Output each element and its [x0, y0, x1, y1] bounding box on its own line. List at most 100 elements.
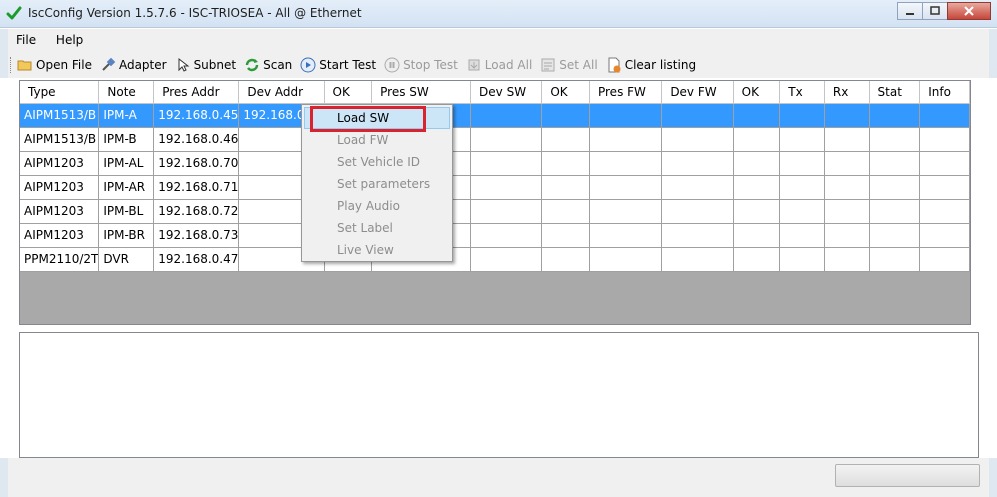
table-cell[interactable] [824, 175, 870, 200]
table-row[interactable]: AIPM1203 IPM-BR 192.168.0.73 [20, 223, 970, 248]
table-cell[interactable] [869, 223, 921, 248]
context-menu-item[interactable]: Set Label [304, 217, 450, 239]
table-cell[interactable] [824, 247, 870, 272]
table-row[interactable]: AIPM1513/B IPM-A 192.168.0.45 192.168.0.45 [20, 103, 970, 128]
table-cell[interactable]: IPM-AL [98, 151, 155, 176]
context-menu-item[interactable]: Load FW [304, 129, 450, 151]
table-cell[interactable] [589, 127, 663, 152]
table-cell[interactable] [869, 127, 921, 152]
load-all-button[interactable]: Load All [466, 57, 532, 73]
table-cell[interactable]: DVR [98, 247, 155, 272]
close-button[interactable] [947, 2, 991, 20]
table-cell[interactable] [824, 223, 870, 248]
table-cell[interactable] [541, 175, 590, 200]
table-cell[interactable] [733, 223, 781, 248]
table-cell[interactable] [661, 175, 734, 200]
table-cell[interactable]: IPM-B [98, 127, 155, 152]
table-cell[interactable] [589, 199, 663, 224]
table-cell[interactable] [779, 199, 825, 224]
table-cell[interactable]: IPM-BL [98, 199, 155, 224]
table-cell[interactable]: 192.168.0.72 [153, 199, 240, 224]
table-cell[interactable] [919, 247, 970, 272]
log-textbox[interactable] [19, 332, 979, 458]
context-menu-item[interactable]: Set parameters [304, 173, 450, 195]
table-cell[interactable] [869, 247, 921, 272]
context-menu-item[interactable]: Set Vehicle ID [304, 151, 450, 173]
column-header[interactable]: Dev SW [470, 81, 543, 104]
table-cell[interactable] [919, 175, 970, 200]
device-grid-panel[interactable]: Type Note Pres Addr Dev Addr OK Pres SW Dev SW… [19, 80, 971, 325]
column-header[interactable]: Pres FW [589, 81, 663, 104]
table-cell[interactable] [779, 175, 825, 200]
table-cell[interactable] [470, 127, 543, 152]
table-cell[interactable] [470, 151, 543, 176]
table-cell[interactable]: 192.168.0.70 [153, 151, 240, 176]
column-header[interactable]: Dev Addr [238, 81, 325, 104]
clear-listing-button[interactable]: Clear listing [606, 57, 696, 73]
maximize-button[interactable] [922, 2, 948, 20]
table-cell[interactable] [541, 223, 590, 248]
table-cell[interactable]: 192.168.0.73 [153, 223, 240, 248]
table-row[interactable]: PPM2110/2T DVR 192.168.0.47 [20, 247, 970, 272]
table-cell[interactable] [661, 151, 734, 176]
column-header[interactable]: OK [324, 81, 373, 104]
table-cell[interactable] [470, 199, 543, 224]
table-cell[interactable] [589, 175, 663, 200]
table-cell[interactable] [470, 247, 543, 272]
column-header[interactable]: OK [541, 81, 590, 104]
table-cell[interactable] [470, 103, 543, 128]
table-cell[interactable] [661, 223, 734, 248]
table-row[interactable]: AIPM1203 IPM-AR 192.168.0.71 [20, 175, 970, 200]
table-cell[interactable] [661, 127, 734, 152]
table-cell[interactable] [779, 223, 825, 248]
column-header[interactable]: Tx [779, 81, 825, 104]
table-cell[interactable] [541, 151, 590, 176]
table-cell[interactable] [733, 127, 781, 152]
table-cell[interactable] [919, 223, 970, 248]
table-cell[interactable] [869, 199, 921, 224]
adapter-button[interactable]: Adapter [100, 57, 167, 73]
table-cell[interactable]: AIPM1203 [20, 199, 100, 224]
table-cell[interactable]: IPM-BR [98, 223, 155, 248]
table-cell[interactable] [824, 151, 870, 176]
table-cell[interactable]: IPM-A [98, 103, 155, 128]
table-cell[interactable] [661, 103, 734, 128]
table-cell[interactable] [733, 103, 781, 128]
column-header[interactable]: Pres SW [371, 81, 472, 104]
minimize-button[interactable] [897, 2, 923, 20]
table-row[interactable]: AIPM1203 IPM-AL 192.168.0.70 [20, 151, 970, 176]
table-cell[interactable] [779, 247, 825, 272]
table-cell[interactable] [733, 151, 781, 176]
table-row[interactable]: AIPM1513/B IPM-B 192.168.0.46 [20, 127, 970, 152]
table-cell[interactable] [661, 199, 734, 224]
table-cell[interactable]: 192.168.0.47 [153, 247, 240, 272]
toolbar-grip[interactable] [10, 56, 13, 73]
table-cell[interactable] [919, 199, 970, 224]
column-header[interactable]: OK [733, 81, 781, 104]
table-cell[interactable] [541, 247, 590, 272]
table-cell[interactable] [824, 103, 870, 128]
scan-button[interactable]: Scan [244, 57, 292, 73]
table-cell[interactable] [733, 199, 781, 224]
table-cell[interactable] [919, 151, 970, 176]
context-menu-item[interactable]: Live View [304, 239, 450, 261]
table-cell[interactable]: 192.168.0.71 [153, 175, 240, 200]
table-cell[interactable] [869, 103, 921, 128]
menu-file[interactable]: File [8, 29, 44, 47]
column-header[interactable]: Rx [824, 81, 870, 104]
table-cell[interactable]: AIPM1203 [20, 151, 100, 176]
table-cell[interactable]: IPM-AR [98, 175, 155, 200]
table-cell[interactable] [733, 175, 781, 200]
column-header[interactable]: Dev FW [661, 81, 734, 104]
table-cell[interactable] [589, 151, 663, 176]
table-cell[interactable] [470, 223, 543, 248]
table-cell[interactable] [779, 151, 825, 176]
table-cell[interactable] [824, 127, 870, 152]
table-cell[interactable] [733, 247, 781, 272]
table-cell[interactable] [541, 103, 590, 128]
menu-help[interactable]: Help [48, 29, 91, 47]
table-cell[interactable]: AIPM1203 [20, 223, 100, 248]
set-all-button[interactable]: Set All [540, 57, 598, 73]
table-cell[interactable]: AIPM1513/B [20, 127, 100, 152]
table-cell[interactable] [470, 175, 543, 200]
